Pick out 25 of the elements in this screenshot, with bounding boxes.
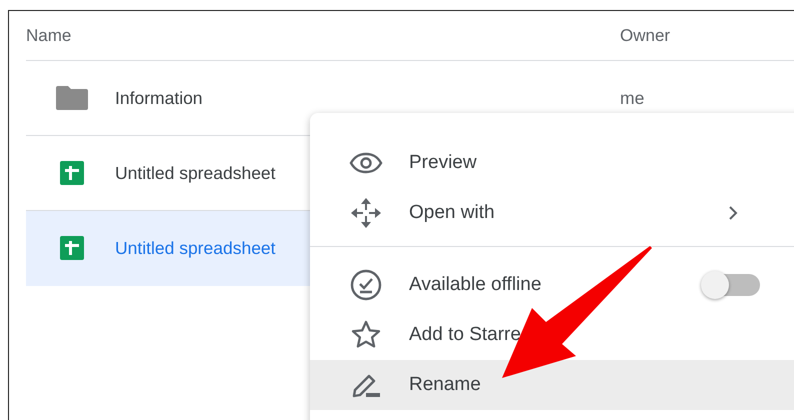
- menu-label: Open with: [409, 202, 496, 224]
- spreadsheet-icon: [60, 161, 84, 185]
- file-name: Untitled spreadsheet: [115, 162, 276, 184]
- menu-item[interactable]: Preview: [310, 138, 794, 188]
- menu-label: Add to Starre: [409, 324, 522, 346]
- star-icon: [350, 320, 380, 350]
- column-header[interactable]: Name: [26, 26, 620, 46]
- menu-item[interactable]: Add to Starre: [310, 310, 794, 360]
- chevron-right-icon: [728, 206, 738, 220]
- menu-label: Available offline: [409, 274, 542, 296]
- file-name: Information: [115, 88, 203, 108]
- menu-label: Preview: [409, 152, 478, 174]
- column-header[interactable]: Owner: [620, 26, 670, 46]
- eye-icon: [348, 152, 382, 174]
- toggle-switch[interactable]: [704, 274, 760, 296]
- offline-check-icon: [350, 269, 382, 301]
- owner-text: me: [620, 88, 644, 108]
- menu-item[interactable]: Rename: [310, 360, 794, 410]
- spreadsheet-icon: [60, 236, 84, 260]
- folder-icon: [56, 86, 88, 110]
- menu-label: Rename: [409, 374, 482, 396]
- pencil-icon: [350, 372, 380, 398]
- menu-item[interactable]: Open with: [310, 188, 794, 238]
- file-name: Untitled spreadsheet: [115, 238, 276, 258]
- move-icon: [350, 197, 382, 229]
